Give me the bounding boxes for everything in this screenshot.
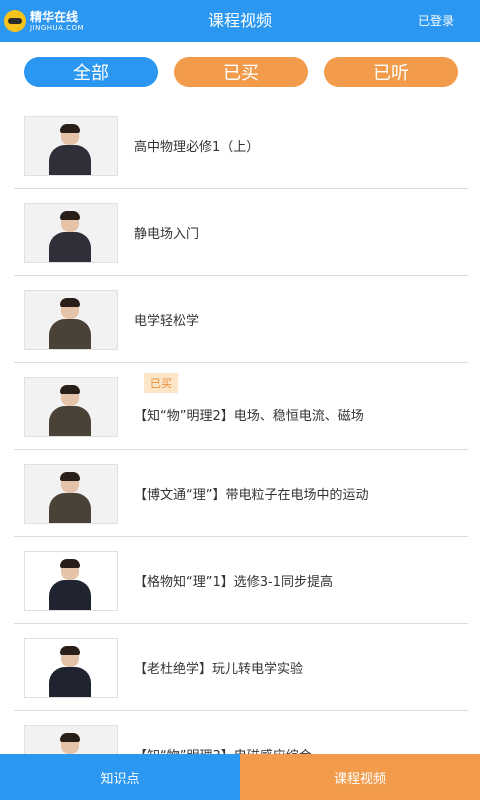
course-item[interactable]: 【老杜绝学】玩儿转电学实验 bbox=[14, 624, 468, 711]
course-thumbnail bbox=[24, 290, 118, 350]
filter-all-button[interactable]: 全部 bbox=[24, 57, 158, 87]
course-thumbnail bbox=[24, 725, 118, 754]
course-title: 【格物知“理”1】选修3-1同步提高 bbox=[134, 574, 333, 590]
teacher-avatar bbox=[49, 211, 91, 262]
course-title: 静电场入门 bbox=[134, 226, 200, 242]
course-thumbnail bbox=[24, 377, 118, 437]
course-title: 【知“物”明理2】电场、稳恒电流、磁场 bbox=[134, 408, 364, 424]
course-thumbnail bbox=[24, 464, 118, 524]
bottom-tab-bar: 知识点 课程视频 bbox=[0, 754, 480, 800]
tab-course-videos[interactable]: 课程视频 bbox=[240, 754, 480, 800]
teacher-avatar bbox=[49, 385, 91, 436]
course-item[interactable]: 电学轻松学 bbox=[14, 276, 468, 363]
teacher-avatar bbox=[49, 646, 91, 697]
teacher-avatar bbox=[55, 733, 85, 754]
filter-bought-button[interactable]: 已买 bbox=[174, 57, 308, 87]
teacher-avatar bbox=[49, 124, 91, 175]
tab-knowledge-points[interactable]: 知识点 bbox=[0, 754, 240, 800]
page-title: 课程视频 bbox=[207, 11, 272, 30]
teacher-avatar bbox=[49, 472, 91, 523]
course-item[interactable]: 高中物理必修1（上） bbox=[14, 102, 468, 189]
course-title: 高中物理必修1（上） bbox=[134, 139, 260, 155]
filter-listened-button[interactable]: 已听 bbox=[324, 57, 458, 87]
top-bar: 精华在线 JINGHUA.COM 课程视频 已登录 bbox=[0, 0, 480, 42]
course-thumbnail bbox=[24, 638, 118, 698]
course-thumbnail bbox=[24, 116, 118, 176]
course-thumbnail bbox=[24, 203, 118, 263]
login-status[interactable]: 已登录 bbox=[418, 0, 454, 42]
course-thumbnail bbox=[24, 551, 118, 611]
course-list: 高中物理必修1（上） 静电场入门 电学轻松学 已买 【知“物”明理2】电场、稳恒… bbox=[14, 102, 468, 754]
course-item[interactable]: 【格物知“理”1】选修3-1同步提高 bbox=[14, 537, 468, 624]
course-title: 【博文通“理”】带电粒子在电场中的运动 bbox=[134, 487, 369, 503]
course-title: 【知“物”明理3】电磁感应综合 bbox=[134, 711, 312, 755]
course-item[interactable]: 静电场入门 bbox=[14, 189, 468, 276]
teacher-avatar bbox=[49, 559, 91, 610]
course-item[interactable]: 【知“物”明理3】电磁感应综合 bbox=[14, 711, 468, 754]
course-title: 电学轻松学 bbox=[134, 313, 200, 329]
filter-bar: 全部 已买 已听 bbox=[0, 56, 480, 90]
teacher-avatar bbox=[49, 298, 91, 349]
course-title: 【老杜绝学】玩儿转电学实验 bbox=[134, 661, 304, 677]
course-item[interactable]: 已买 【知“物”明理2】电场、稳恒电流、磁场 bbox=[14, 363, 468, 450]
course-item[interactable]: 【博文通“理”】带电粒子在电场中的运动 bbox=[14, 450, 468, 537]
